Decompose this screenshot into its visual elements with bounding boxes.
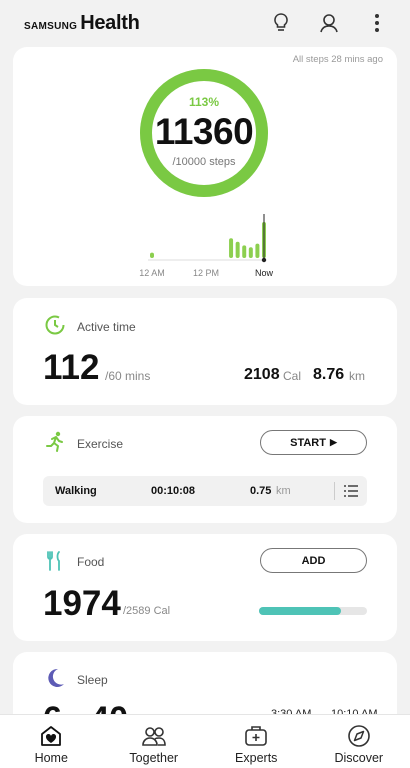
brand-samsung: SAMSUNG [24, 20, 78, 32]
active-time-goal: /60 mins [105, 369, 151, 383]
chart-bar [235, 241, 240, 258]
food-title: Food [77, 555, 105, 569]
exercise-card[interactable]: Exercise START ▶ Walking 00:10:08 0.75 k… [13, 416, 397, 523]
food-card[interactable]: Food ADD 1974 /2589 Cal [13, 534, 397, 641]
more-vert-icon[interactable] [364, 10, 390, 36]
nav-label-together: Together [129, 751, 179, 765]
add-food-label: ADD [301, 554, 326, 567]
chart-now-dot [261, 257, 267, 263]
nav-label-experts: Experts [235, 751, 278, 765]
bottom-navigation: Home Together Experts Discover [0, 714, 410, 768]
chart-tick-label: 12 AM [139, 268, 165, 278]
steps-percent: 113% [188, 95, 220, 109]
start-exercise-button[interactable]: START ▶ [260, 430, 367, 455]
food-progress-fill [259, 607, 342, 615]
food-progress-bar [259, 607, 367, 615]
home-icon [38, 723, 64, 749]
medical-kit-icon [243, 723, 269, 749]
chart-bar [229, 238, 234, 258]
active-time-value: 112 [43, 348, 100, 387]
chart-tick-label: 12 PM [193, 268, 219, 278]
active-calories-unit: Cal [283, 369, 302, 383]
food-calories-value: 1974 [43, 584, 121, 623]
steps-card[interactable]: All steps 28 mins ago 113% 11360 /10000 … [13, 47, 397, 286]
nav-item-discover[interactable]: Discover [308, 715, 410, 768]
group-icon [141, 723, 167, 749]
lightbulb-icon[interactable] [268, 10, 294, 36]
stopwatch-icon [43, 312, 67, 336]
chart-bar [248, 247, 253, 258]
active-distance-unit: km [349, 369, 365, 383]
workout-record-row[interactable]: Walking 00:10:08 0.75 km [43, 476, 367, 506]
app-header: SAMSUNG Health [0, 0, 410, 46]
workout-distance-unit: km [276, 485, 291, 497]
person-icon[interactable] [316, 10, 342, 36]
food-calories-goal: /2589 Cal [123, 605, 171, 617]
steps-count: 11360 [154, 111, 254, 152]
start-exercise-label: START [290, 436, 326, 449]
app-logo: SAMSUNG Health [24, 12, 140, 35]
active-distance-value: 8.76 [313, 366, 345, 383]
chart-tick-label: Now [255, 268, 274, 278]
workout-duration: 00:10:08 [151, 485, 196, 497]
steps-sync-status: All steps 28 mins ago [292, 54, 383, 65]
nav-item-home[interactable]: Home [0, 715, 103, 768]
play-icon: ▶ [329, 437, 337, 447]
steps-goal: /10000 steps [172, 156, 236, 168]
moon-icon [43, 666, 67, 690]
chart-bar [150, 252, 154, 258]
active-time-title: Active time [77, 320, 136, 334]
chart-bar [242, 245, 247, 258]
running-icon [43, 430, 67, 454]
workout-distance: 0.75 [250, 485, 272, 497]
nav-item-experts[interactable]: Experts [205, 715, 308, 768]
steps-hourly-chart: 12 AM 12 PM Now [138, 212, 278, 284]
row-divider [334, 482, 335, 500]
nav-item-together[interactable]: Together [103, 715, 206, 768]
steps-ring: 113% 11360 /10000 steps [138, 67, 270, 199]
sleep-title: Sleep [77, 673, 108, 687]
nav-label-home: Home [34, 751, 68, 765]
list-icon[interactable] [343, 483, 359, 502]
active-calories-value: 2108 [244, 366, 280, 383]
chart-bar [255, 243, 260, 258]
active-time-card[interactable]: Active time 112 /60 mins 2108 Cal 8.76 k… [13, 298, 397, 405]
fork-knife-icon [43, 549, 67, 573]
brand-health: Health [80, 11, 140, 34]
workout-type: Walking [55, 485, 97, 497]
add-food-button[interactable]: ADD [260, 548, 367, 573]
nav-label-discover: Discover [334, 751, 384, 765]
compass-icon [346, 723, 372, 749]
exercise-title: Exercise [77, 437, 124, 451]
